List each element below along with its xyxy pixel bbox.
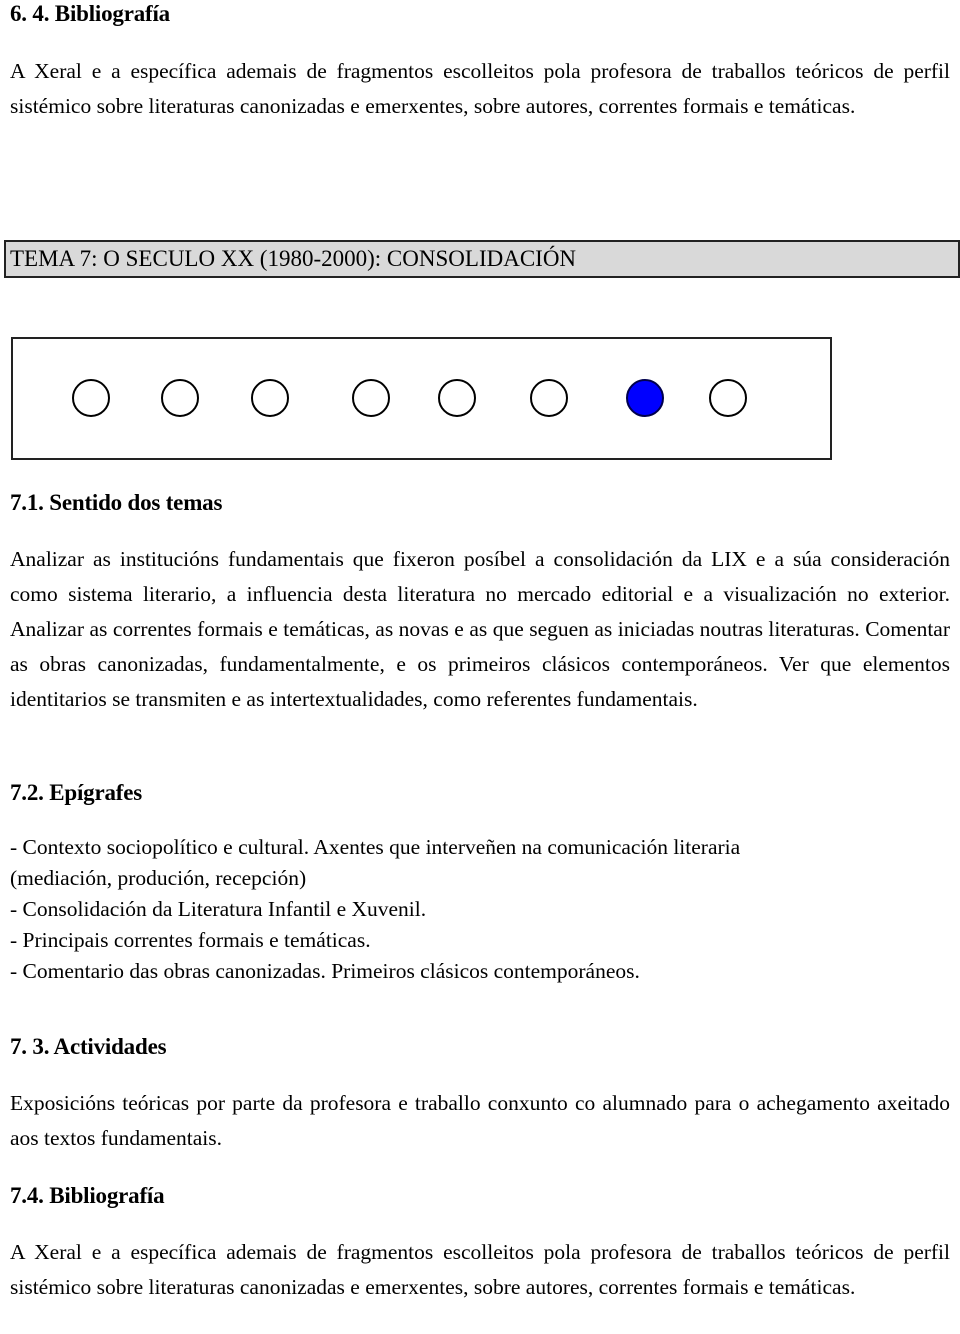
epigrafe-line: (mediación, produción, recepción) [10,866,307,890]
progress-step-5 [438,379,476,417]
section-7-2-list: - Contexto sociopolítico e cultural. Axe… [10,832,950,987]
section-7-1-heading: 7.1. Sentido dos temas [10,490,223,515]
progress-step-8 [709,379,747,417]
progress-step-2 [161,379,199,417]
section-7-1-body: Analizar as institucións fundamentais qu… [10,547,950,711]
section-7-4-body: A Xeral e a específica ademais de fragme… [10,1240,950,1299]
progress-step-1 [72,379,110,417]
progress-step-7 [626,379,664,417]
tema-banner: TEMA 7: O SECULO XX (1980-2000): CONSOLI… [4,240,960,278]
section-6-4-heading: 6. 4. Bibliografía [10,1,170,26]
epigrafe-line: - Contexto sociopolítico e cultural. Axe… [10,835,741,859]
section-7-3-body: Exposicións teóricas por parte da profes… [10,1091,950,1150]
epigrafe-line: - Consolidación da Literatura Infantil e… [10,897,427,921]
epigrafe-line: - Principais correntes formais e temátic… [10,928,371,952]
section-7-3-heading: 7. 3. Actividades [10,1034,167,1059]
epigrafe-line: - Comentario das obras canonizadas. Prim… [10,959,640,983]
section-6-4-body: A Xeral e a específica ademais de fragme… [10,59,950,118]
tema-title: TEMA 7: O SECULO XX (1980-2000): CONSOLI… [10,246,577,271]
progress-step-4 [352,379,390,417]
progress-indicator [11,337,832,460]
progress-step-6 [530,379,568,417]
progress-step-3 [251,379,289,417]
section-7-2-heading: 7.2. Epígrafes [10,780,142,805]
section-7-4-heading: 7.4. Bibliografía [10,1183,165,1208]
